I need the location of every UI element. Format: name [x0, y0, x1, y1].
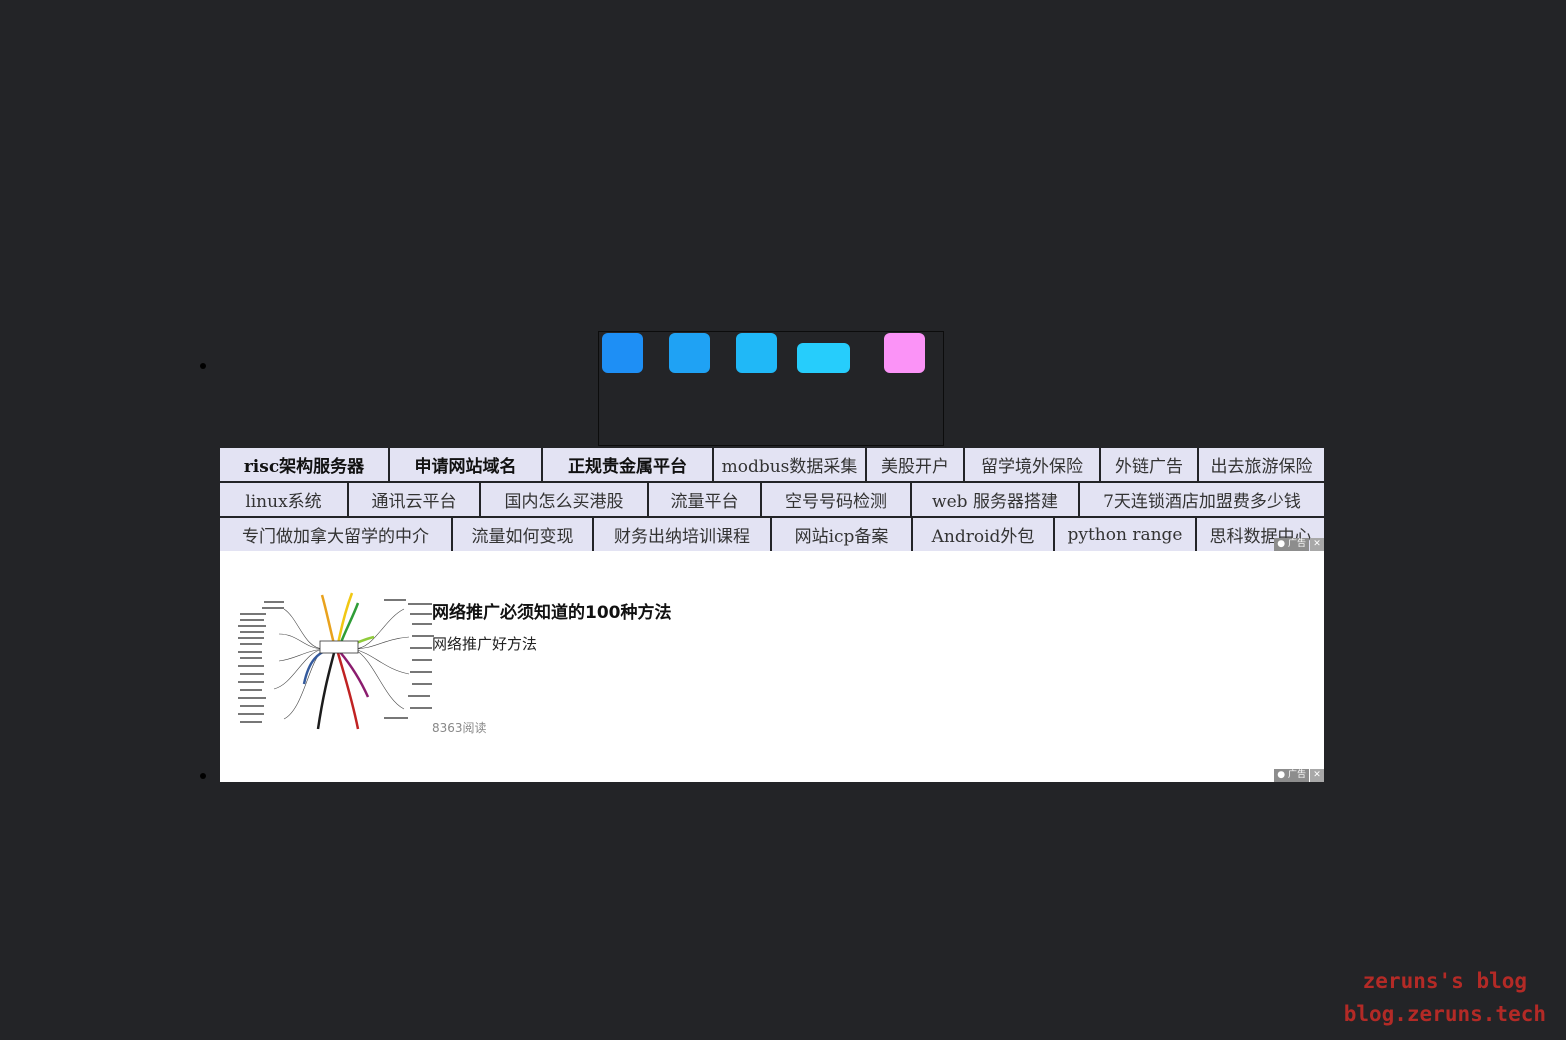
ad-link[interactable]: 正规贵金属平台 — [543, 448, 714, 481]
close-icon[interactable]: ✕ — [1310, 538, 1324, 551]
ad-link[interactable]: linux系统 — [220, 483, 349, 516]
link-row: risc架构服务器 申请网站域名 正规贵金属平台 modbus数据采集 美股开户… — [220, 448, 1324, 481]
ad-badge-label: ● 广告 — [1274, 538, 1309, 551]
list-bullet — [200, 363, 206, 369]
ad-link[interactable]: 外链广告 — [1101, 448, 1199, 481]
ad-link[interactable]: 网站icp备案 — [772, 518, 913, 551]
ad-read-count: 8363阅读 — [432, 721, 487, 735]
ad-link[interactable]: 空号号码检测 — [762, 483, 912, 516]
ad-link[interactable]: Android外包 — [913, 518, 1055, 551]
loader-square — [669, 333, 710, 373]
link-row: linux系统 通讯云平台 国内怎么买港股 流量平台 空号号码检测 web 服务… — [220, 483, 1324, 516]
loader-square — [884, 333, 925, 373]
ad-link[interactable]: 流量如何变现 — [453, 518, 594, 551]
watermark: zeruns's blog blog.zeruns.tech — [1344, 965, 1546, 1031]
loader-square — [797, 343, 850, 373]
ad-link[interactable]: web 服务器搭建 — [912, 483, 1080, 516]
close-icon[interactable]: ✕ — [1310, 769, 1324, 782]
ad-title[interactable]: 网络推广必须知道的100种方法 — [432, 598, 672, 623]
ad-link[interactable]: 流量平台 — [649, 483, 762, 516]
ad-link[interactable]: 7天连锁酒店加盟费多少钱 — [1080, 483, 1324, 516]
ad-link[interactable]: 申请网站域名 — [390, 448, 543, 481]
ad-badge[interactable]: ● 广告 ✕ — [1274, 769, 1324, 782]
watermark-line: blog.zeruns.tech — [1343, 1002, 1546, 1026]
link-row: 专门做加拿大留学的中介 流量如何变现 财务出纳培训课程 网站icp备案 Andr… — [220, 518, 1324, 551]
ad-badge-label: ● 广告 — [1274, 769, 1309, 782]
ad-link[interactable]: risc架构服务器 — [220, 448, 390, 481]
ad-link-unit: risc架构服务器 申请网站域名 正规贵金属平台 modbus数据采集 美股开户… — [220, 448, 1324, 553]
ad-link[interactable]: 出去旅游保险 — [1199, 448, 1324, 481]
ad-card[interactable]: 网络推广必须知道的100种方法 网络推广好方法 8363阅读 ● 广告 ✕ — [220, 551, 1324, 782]
loading-animation — [598, 331, 944, 446]
watermark-line: zeruns's blog — [1362, 969, 1528, 993]
page: risc架构服务器 申请网站域名 正规贵金属平台 modbus数据采集 美股开户… — [0, 0, 1566, 1040]
ad-link[interactable]: 财务出纳培训课程 — [594, 518, 772, 551]
ad-link[interactable]: modbus数据采集 — [714, 448, 867, 481]
ad-badge[interactable]: ● 广告 ✕ — [1274, 538, 1324, 551]
ad-subtitle[interactable]: 网络推广好方法 — [432, 633, 537, 654]
loader-square — [736, 333, 777, 373]
ad-link[interactable]: 国内怎么买港股 — [481, 483, 649, 516]
ad-link[interactable]: 留学境外保险 — [965, 448, 1101, 481]
ad-link[interactable]: python range — [1055, 518, 1197, 551]
mind-map-thumbnail — [234, 589, 438, 739]
ad-link[interactable]: 专门做加拿大留学的中介 — [220, 518, 453, 551]
loader-square — [602, 333, 643, 373]
ad-link[interactable]: 通讯云平台 — [349, 483, 481, 516]
list-bullet — [200, 773, 206, 779]
ad-link[interactable]: 美股开户 — [867, 448, 965, 481]
